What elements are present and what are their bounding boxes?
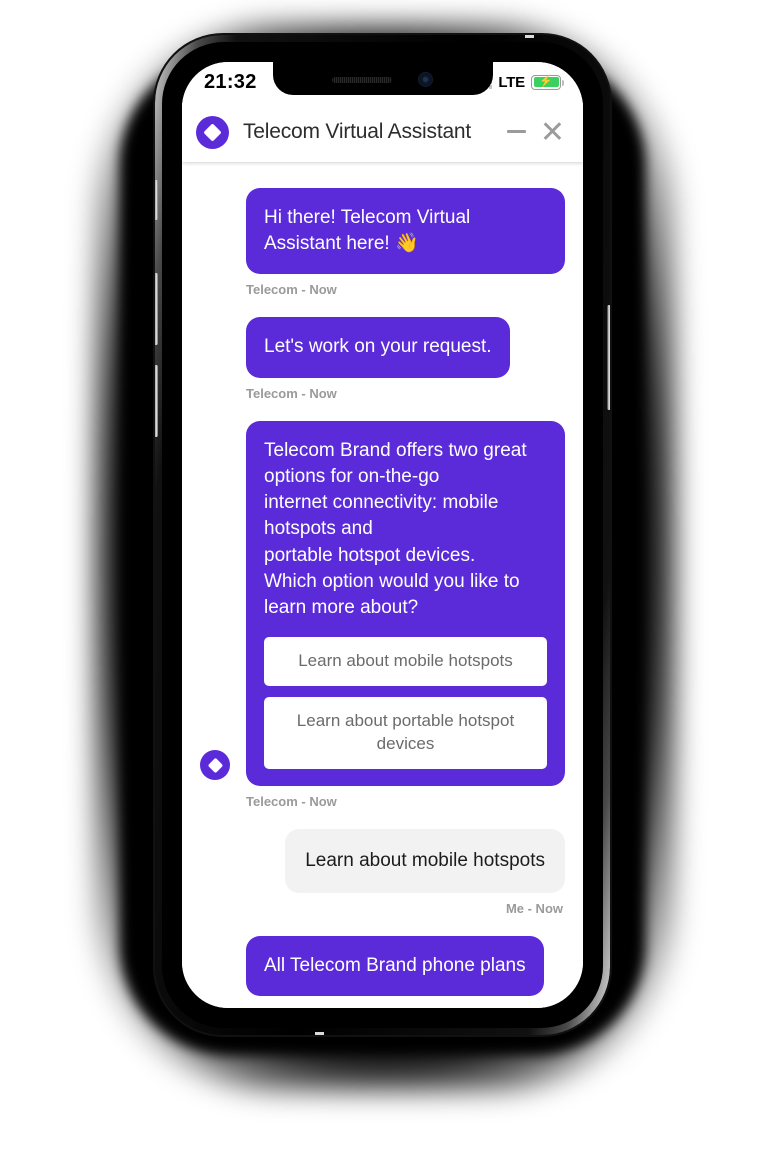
message-list: Hi there! Telecom Virtual Assistant here… [182,162,583,1008]
message-item: Hi there! Telecom Virtual Assistant here… [200,188,565,317]
status-clock: 21:32 [204,70,257,93]
message-item: Telecom Brand offers two great options f… [200,420,565,829]
bot-message-bubble: Let's work on your request. [246,317,510,378]
quick-reply-mobile-hotspots[interactable]: Learn about mobile hotspots [264,637,547,687]
message-item: Learn about mobile hotspots Me - Now [200,829,565,936]
page-title: Telecom Virtual Assistant [243,120,472,143]
earpiece-speaker-icon [332,76,392,83]
power-button[interactable] [607,305,610,410]
message-meta: Telecom - Now [246,794,337,809]
bot-message-bubble: Telecom Brand offers two great options f… [246,420,565,786]
silent-switch-button[interactable] [155,180,158,220]
message-meta: Telecom - Now [246,282,337,298]
close-button[interactable]: ✕ [540,117,565,147]
message-item: Let's work on your request. Telecom - No… [200,317,565,420]
antenna-band-bottom-left [315,1032,324,1035]
bot-avatar-diamond [200,750,230,780]
volume-up-button[interactable] [155,273,158,345]
message-meta: Me - Now [505,901,563,917]
bot-message-text: Telecom Brand offers two great options f… [264,439,527,618]
user-message-bubble: Learn about mobile hotspots [285,829,565,894]
antenna-band-top-right [525,35,534,38]
phone-bezel: 21:32 LTE ⚡ Telecom Virtual Assistant ✕ … [162,42,603,1028]
quick-reply-group: Learn about mobile hotspots Learn about … [264,637,547,769]
battery-charging-icon: ⚡ [531,74,564,90]
minimize-button[interactable] [506,129,526,133]
front-camera-icon [418,72,433,87]
window-controls: ✕ [506,117,565,147]
chat-header: Telecom Virtual Assistant ✕ [182,102,583,162]
phone-screen: 21:32 LTE ⚡ Telecom Virtual Assistant ✕ … [182,62,583,1008]
display-notch [272,62,493,95]
message-item: All Telecom Brand phone plans [200,936,565,997]
bot-message-bubble: All Telecom Brand phone plans [246,936,544,997]
volume-down-button[interactable] [155,365,158,437]
bot-message-bubble: Hi there! Telecom Virtual Assistant here… [246,188,565,275]
message-meta: Telecom - Now [246,385,337,401]
diamond-icon [203,122,222,142]
chat-widget: Telecom Virtual Assistant ✕ Hi there! Te… [182,102,583,1008]
network-type-label: LTE [498,73,525,91]
brand-diamond-logo [196,115,229,149]
diamond-icon [207,757,223,773]
phone-device-frame: 21:32 LTE ⚡ Telecom Virtual Assistant ✕ … [155,35,610,1035]
quick-reply-portable-hotspot-devices[interactable]: Learn about portable hotspot devices [264,697,547,769]
